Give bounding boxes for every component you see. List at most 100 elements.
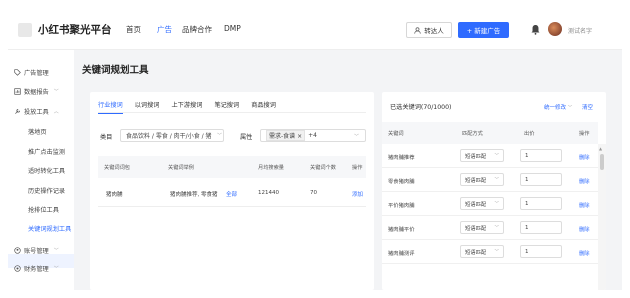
- delete-button[interactable]: 删除: [579, 225, 590, 233]
- keyword-search-panel: 行业搜词 以词搜词 上下游搜词 笔记搜词 商品搜词 类目 食品饮料 / 零食 /…: [90, 92, 374, 290]
- cell-volume: 121440: [258, 190, 279, 196]
- sidebar: 广告管理 数据报告 ﹀ 投放工具 ︿ 落地页 推广点击监测 适时转化工具 历史操…: [8, 50, 74, 290]
- logo-icon: [18, 23, 32, 37]
- username[interactable]: 测试名字: [568, 26, 592, 35]
- top-bar: 小红书聚光平台 首页 广告 品牌合作 DMP 转达人 + 新建广告 测试名字: [8, 10, 622, 50]
- match-type-value: 短语匹配: [465, 249, 487, 256]
- sidebar-item-label: 财务管理: [24, 266, 49, 273]
- sidebar-item-ranking-tool[interactable]: 抢排位工具: [28, 205, 59, 214]
- sidebar-item-conversion-tool[interactable]: 适时转化工具: [28, 166, 65, 175]
- finance-icon: [14, 265, 21, 272]
- selected-keywords-title: 已选关键词(70/1000): [390, 104, 452, 111]
- table-row: 平价猪肉脯 短语匹配 ﹀ 1 删除: [382, 192, 598, 216]
- delete-button[interactable]: 删除: [579, 177, 590, 185]
- chevron-down-icon: ﹀: [353, 134, 359, 140]
- nav-home[interactable]: 首页: [126, 24, 141, 35]
- transfer-label: 转达人: [424, 27, 444, 35]
- scroll-up-icon[interactable]: ▲: [599, 146, 602, 151]
- user-icon: [414, 26, 421, 34]
- chevron-down-icon: ﹀: [53, 89, 59, 95]
- table-row: 猪肉脯推荐 短语匹配 ﹀ 1 删除: [382, 144, 598, 168]
- sidebar-item-finance-management[interactable]: 财务管理 ﹀: [14, 264, 59, 273]
- sidebar-item-account-management[interactable]: 账号管理 ﹀: [14, 246, 59, 255]
- chevron-down-icon: ﹀: [53, 266, 59, 272]
- sidebar-item-delivery-tools[interactable]: 投放工具 ︿: [14, 107, 59, 116]
- column-header-keyword: 关键词: [388, 131, 404, 137]
- match-type-value: 短语匹配: [465, 177, 487, 184]
- bid-input[interactable]: 1: [520, 197, 562, 210]
- table-header: 关键词词包 关键词举例 月均搜索量 关键词个数 操作: [98, 156, 366, 178]
- page-title: 关键词规划工具: [82, 65, 149, 76]
- app-frame: 小红书聚光平台 首页 广告 品牌合作 DMP 转达人 + 新建广告 测试名字 广…: [8, 10, 622, 290]
- category-label: 类目: [100, 134, 113, 141]
- keyword-cell: 猪肉脯平价: [388, 227, 415, 233]
- match-type-select[interactable]: 短语匹配 ﹀: [460, 173, 504, 186]
- sidebar-item-ad-management[interactable]: 广告管理: [14, 68, 49, 77]
- delete-button[interactable]: 删除: [579, 153, 590, 161]
- batch-edit-button[interactable]: 统一修改 ﹀: [544, 103, 572, 111]
- scrollbar-thumb[interactable]: [600, 154, 604, 170]
- match-type-value: 短语匹配: [465, 225, 487, 232]
- sidebar-item-label: 账号管理: [24, 248, 49, 255]
- new-ad-label: + 新建广告: [466, 27, 501, 35]
- chevron-down-icon: ﹀: [494, 177, 500, 183]
- keyword-cell: 猪肉脯推荐: [388, 155, 415, 161]
- attribute-select[interactable]: 需求-食谱 × +4 ﹀: [260, 129, 366, 142]
- column-header-example: 关键词举例: [168, 165, 194, 171]
- attribute-more-count: +4: [308, 132, 317, 139]
- sidebar-item-keyword-planner[interactable]: 关键词规划工具: [28, 224, 71, 233]
- cell-pack: 猪肉脯: [106, 192, 123, 198]
- show-all-link[interactable]: 全部: [226, 190, 237, 198]
- nav-brand-cooperation[interactable]: 品牌合作: [182, 24, 212, 35]
- match-type-select[interactable]: 短语匹配 ﹀: [460, 149, 504, 162]
- sidebar-item-landing-page[interactable]: 落地页: [28, 127, 47, 136]
- match-type-value: 短语匹配: [465, 201, 487, 208]
- bid-input[interactable]: 1: [520, 173, 562, 186]
- sidebar-item-operation-history[interactable]: 历史操作记录: [28, 186, 65, 195]
- new-ad-button[interactable]: + 新建广告: [458, 22, 509, 38]
- chevron-down-icon: ﹀: [53, 248, 59, 254]
- sidebar-item-label: 投放工具: [24, 109, 49, 116]
- clear-button[interactable]: 清空: [582, 103, 593, 111]
- match-type-select[interactable]: 短语匹配 ﹀: [460, 221, 504, 234]
- column-header-pack: 关键词词包: [104, 165, 130, 171]
- match-type-value: 短语匹配: [465, 153, 487, 160]
- category-select[interactable]: 食品饮料 / 零食 / 肉干/小食 / 猪: [120, 129, 224, 142]
- tab-divider: [98, 112, 366, 113]
- nav-ads[interactable]: 广告: [157, 24, 172, 35]
- cell-example: 猪肉脯推荐, 零食猪: [170, 192, 218, 198]
- transfer-button[interactable]: 转达人: [406, 22, 452, 38]
- nav-dmp[interactable]: DMP: [224, 24, 241, 33]
- column-header-action: 操作: [579, 131, 590, 137]
- delete-button[interactable]: 删除: [579, 249, 590, 257]
- match-type-select[interactable]: 短语匹配 ﹀: [460, 245, 504, 258]
- table-row: 零食猪肉脯 短语匹配 ﹀ 1 删除: [382, 168, 598, 192]
- report-icon: [14, 88, 21, 95]
- close-icon[interactable]: ×: [297, 133, 302, 140]
- match-type-select[interactable]: 短语匹配 ﹀: [460, 197, 504, 210]
- attribute-tag-label: 需求-食谱: [269, 133, 296, 140]
- account-icon: [14, 247, 21, 254]
- selected-keywords-panel: 已选关键词(70/1000) 统一修改 ﹀ 清空 关键词 匹配方式 出价 操作 …: [382, 92, 606, 290]
- chevron-down-icon: ﹀: [494, 225, 500, 231]
- add-button[interactable]: 添加: [352, 190, 363, 198]
- column-header-action: 操作: [352, 165, 363, 171]
- brand-name: 小红书聚光平台: [38, 24, 112, 36]
- bid-input[interactable]: 1: [520, 245, 562, 258]
- bell-icon[interactable]: [531, 24, 540, 35]
- avatar[interactable]: [548, 22, 562, 36]
- sidebar-item-click-monitor[interactable]: 推广点击监测: [28, 147, 65, 156]
- chevron-down-icon: ﹀: [217, 133, 223, 139]
- column-header-bid: 出价: [524, 131, 535, 137]
- column-header-volume: 月均搜索量: [258, 165, 284, 171]
- bid-input[interactable]: 1: [520, 221, 562, 234]
- bid-input[interactable]: 1: [520, 149, 562, 162]
- sidebar-item-data-report[interactable]: 数据报告 ﹀: [14, 87, 59, 96]
- column-header-match: 匹配方式: [462, 131, 483, 137]
- cell-count: 70: [310, 190, 317, 196]
- keyword-cell: 平价猪肉脯: [388, 203, 415, 209]
- attribute-label: 属性: [240, 134, 253, 141]
- chevron-down-icon: ﹀: [494, 153, 500, 159]
- row-divider: [98, 206, 366, 207]
- delete-button[interactable]: 删除: [579, 201, 590, 209]
